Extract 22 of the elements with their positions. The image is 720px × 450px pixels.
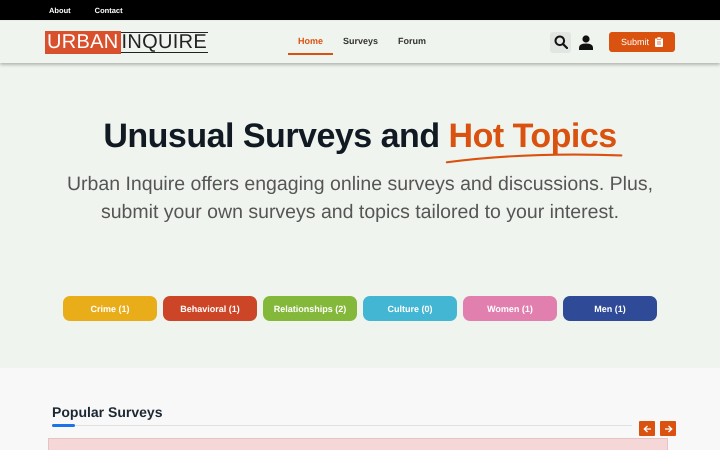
- nav-link[interactable]: Surveys: [333, 30, 388, 54]
- arrow-right-icon: [664, 424, 672, 432]
- previous-button[interactable]: [639, 421, 655, 436]
- category-button[interactable]: Women (1): [463, 296, 557, 321]
- user-icon[interactable]: [579, 34, 593, 50]
- logo-text[interactable]: INQUIRE: [120, 32, 208, 52]
- category-button[interactable]: Behavioral (1): [163, 296, 257, 321]
- search-button[interactable]: [550, 32, 571, 52]
- search-icon: [554, 35, 568, 49]
- logo-text[interactable]: URBAN: [45, 30, 121, 54]
- hero-headline: Unusual Surveys and Hot Topics: [103, 117, 617, 156]
- category-button[interactable]: Men (1): [563, 296, 657, 321]
- next-button[interactable]: [660, 421, 676, 436]
- clipboard-icon: [655, 37, 663, 47]
- submit-button[interactable]: Submit: [609, 32, 675, 52]
- section-title: Popular Surveys: [52, 404, 162, 420]
- title-accent-bar: [52, 424, 75, 427]
- nav-link[interactable]: Forum: [388, 30, 436, 54]
- category-button[interactable]: Culture (0): [363, 296, 457, 321]
- nav-link[interactable]: Home: [288, 30, 334, 54]
- hero-subtitle: Urban Inquire offers engaging online surveys and discussions. Plus, submit your own surveys and topics tailored to your interest.: [66, 172, 654, 225]
- arrow-left-icon: [642, 424, 652, 432]
